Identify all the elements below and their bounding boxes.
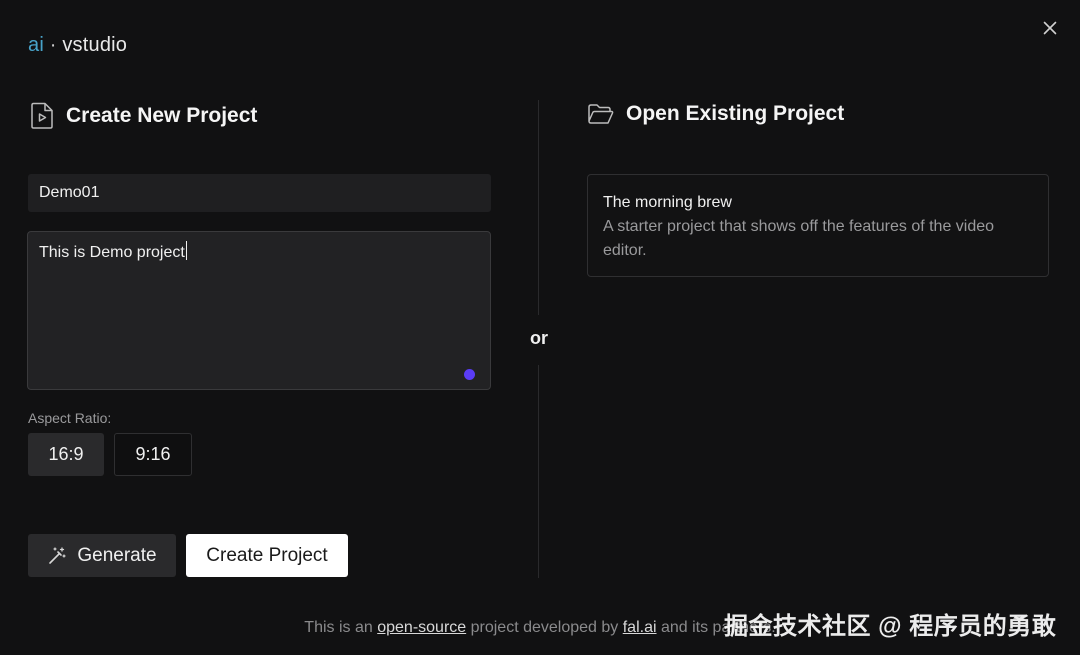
create-project-heading: Create New Project	[30, 102, 257, 130]
generate-button[interactable]: Generate	[28, 534, 176, 577]
open-project-title: Open Existing Project	[626, 102, 845, 125]
project-card-name: The morning brew	[603, 194, 732, 211]
assistant-indicator-dot	[464, 369, 475, 380]
project-description-textarea[interactable]: This is Demo project	[27, 231, 491, 390]
close-icon[interactable]	[1040, 18, 1060, 38]
logo-separator: ·	[43, 34, 63, 56]
project-card[interactable]: The morning brew A starter project that …	[587, 174, 1049, 277]
open-source-link[interactable]: open-source	[377, 619, 466, 636]
fal-ai-link[interactable]: fal.ai	[623, 619, 657, 636]
magic-wand-icon	[49, 546, 66, 564]
aspect-9-16-button[interactable]: 9:16	[114, 433, 192, 476]
video-file-icon	[31, 102, 53, 129]
generate-label: Generate	[77, 544, 157, 566]
aspect-ratio-label: Aspect Ratio:	[28, 410, 112, 426]
create-project-title: Create New Project	[66, 104, 258, 127]
section-divider-bottom	[538, 365, 539, 578]
aspect-16-9-button[interactable]: 16:9	[28, 433, 104, 476]
logo-prefix: ai	[28, 34, 44, 56]
folder-open-icon	[588, 104, 614, 124]
text-caret	[185, 241, 187, 260]
watermark: 掘金技术社区 @ 程序员的勇敢	[724, 613, 1057, 640]
app-logo: ai · vstudio	[28, 34, 127, 57]
section-divider-top	[538, 100, 539, 315]
open-project-heading: Open Existing Project	[587, 102, 844, 126]
project-card-description: A starter project that shows off the fea…	[603, 218, 995, 259]
create-project-button[interactable]: Create Project	[186, 534, 348, 577]
logo-name: vstudio	[62, 34, 128, 56]
or-separator: or	[530, 328, 548, 348]
description-text: This is Demo project	[39, 241, 187, 262]
project-name-input[interactable]	[28, 174, 491, 212]
